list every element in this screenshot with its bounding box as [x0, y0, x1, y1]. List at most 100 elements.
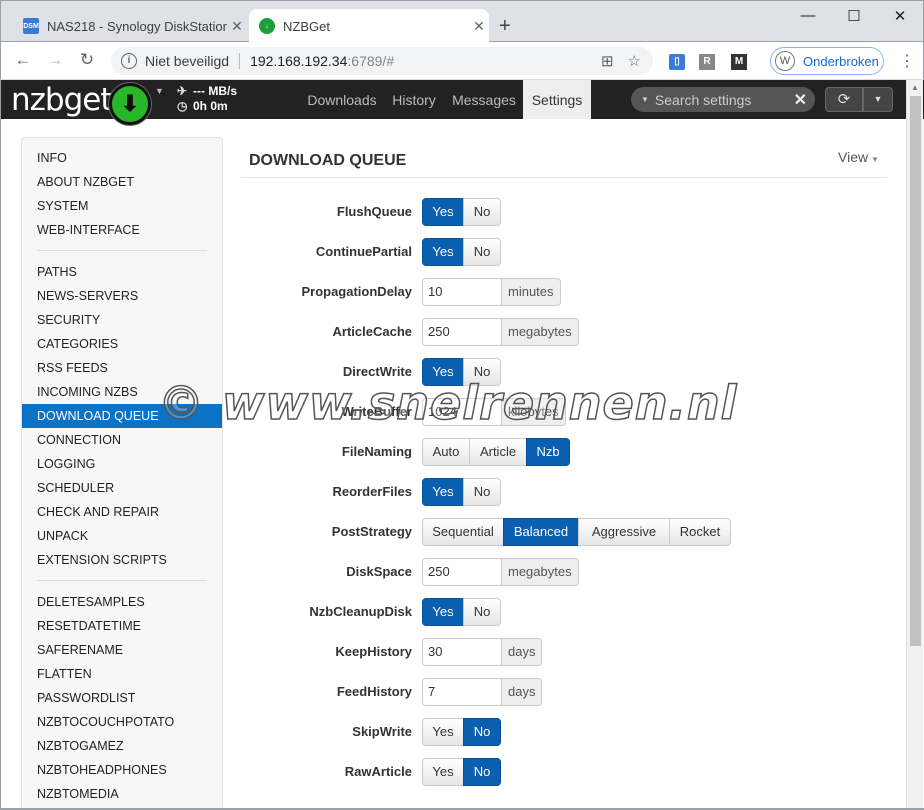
sidebar-item-check-and-repair[interactable]: CHECK AND REPAIR [22, 500, 222, 524]
page-scrollbar[interactable]: ▲ [906, 80, 923, 809]
close-tab-icon[interactable]: ✕ [469, 18, 489, 35]
menu-messages[interactable]: Messages [447, 80, 521, 119]
rawarticle-option-no[interactable]: No [463, 758, 501, 786]
url-host: 192.168.192.34 [250, 53, 348, 69]
sidebar-item-scheduler[interactable]: SCHEDULER [22, 476, 222, 500]
forward-icon[interactable]: → [43, 50, 67, 70]
close-tab-icon[interactable]: ✕ [227, 18, 247, 35]
reorderfiles-option-yes[interactable]: Yes [422, 478, 464, 506]
browser-tab-strip: DSM NAS218 - Synology DiskStation ✕ ↓ NZ… [0, 0, 924, 43]
feedhistory-unit: days [502, 678, 543, 706]
directwrite-option-yes[interactable]: Yes [422, 358, 464, 386]
flushqueue-option-no[interactable]: No [463, 198, 501, 226]
poststrategy-option-aggressive[interactable]: Aggressive [578, 518, 670, 546]
poststrategy-option-balanced[interactable]: Balanced [503, 518, 579, 546]
browser-tab-nzbget[interactable]: ↓ NZBGet ✕ [249, 9, 489, 43]
new-tab-icon[interactable]: + [499, 15, 511, 38]
writebuffer-input[interactable]: 1024 [422, 398, 502, 426]
filenaming-option-article[interactable]: Article [469, 438, 527, 466]
articlecache-input[interactable]: 250 [422, 318, 502, 346]
sidebar-item-nzbtocouchpotato[interactable]: NZBTOCOUCHPOTATO [22, 710, 222, 734]
minimize-icon[interactable]: — [785, 7, 831, 24]
diskspace-input[interactable]: 250 [422, 558, 502, 586]
articlecache-unit: megabytes [502, 318, 579, 346]
skipwrite-option-no[interactable]: No [463, 718, 501, 746]
reorderfiles-option-no[interactable]: No [463, 478, 501, 506]
refresh-menu-button[interactable]: ▼ [863, 87, 893, 112]
address-bar[interactable]: i Niet beveiligd 192.168.192.34 :6789/# … [111, 47, 653, 75]
keephistory-input[interactable]: 30 [422, 638, 502, 666]
sidebar-item-nzbtomedia[interactable]: NZBTOMEDIA [22, 782, 222, 806]
continuepartial-option-no[interactable]: No [463, 238, 501, 266]
info-icon[interactable]: i [121, 53, 137, 69]
poststrategy-option-rocket[interactable]: Rocket [669, 518, 731, 546]
refresh-icon: ⟳ [837, 91, 851, 108]
extension-r-icon[interactable]: R [699, 54, 715, 70]
menu-downloads[interactable]: Downloads [301, 80, 383, 119]
browser-tab-nas[interactable]: DSM NAS218 - Synology DiskStation ✕ [13, 9, 247, 43]
feedhistory-input[interactable]: 7 [422, 678, 502, 706]
sidebar-item-passwordlist[interactable]: PASSWORDLIST [22, 686, 222, 710]
poststrategy-option-sequential[interactable]: Sequential [422, 518, 504, 546]
bookmark-star-icon[interactable]: ☆ [628, 52, 641, 70]
sidebar-item-unpack[interactable]: UNPACK [22, 524, 222, 548]
sidebar-item-rss-feeds[interactable]: RSS FEEDS [22, 356, 222, 380]
writebuffer-unit: kilobytes [502, 398, 566, 426]
sidebar-item-system[interactable]: SYSTEM [22, 194, 222, 218]
sidebar-item-info[interactable]: INFO [22, 146, 222, 170]
sidebar-item-connection[interactable]: CONNECTION [22, 428, 222, 452]
window-border [0, 80, 1, 810]
sidebar-item-logging[interactable]: LOGGING [22, 452, 222, 476]
directwrite-option-no[interactable]: No [463, 358, 501, 386]
refresh-button[interactable]: ⟳ [825, 87, 863, 112]
sidebar-item-download-queue[interactable]: DOWNLOAD QUEUE [22, 404, 222, 428]
sidebar-item-incoming-nzbs[interactable]: INCOMING NZBS [22, 380, 222, 404]
remaining-time: 0h 0m [193, 99, 228, 113]
sidebar-item-deletesamples[interactable]: DELETESAMPLES [22, 590, 222, 614]
scrollbar-thumb[interactable] [910, 96, 921, 646]
diskspace-unit: megabytes [502, 558, 579, 586]
sidebar-item-extension-scripts[interactable]: EXTENSION SCRIPTS [22, 548, 222, 572]
filenaming-option-nzb[interactable]: Nzb [526, 438, 570, 466]
menu-history[interactable]: History [385, 80, 443, 119]
nzbcleanupdisk-option-yes[interactable]: Yes [422, 598, 464, 626]
sidebar-item-web-interface[interactable]: WEB-INTERFACE [22, 218, 222, 242]
back-icon[interactable]: ← [11, 50, 35, 70]
window-close-icon[interactable]: ✕ [877, 7, 923, 25]
flushqueue-option-yes[interactable]: Yes [422, 198, 464, 226]
sidebar-item-nzbtoheadphones[interactable]: NZBTOHEADPHONES [22, 758, 222, 782]
skipwrite-option-yes[interactable]: Yes [422, 718, 464, 746]
extension-icon[interactable]: ▯ [669, 54, 685, 70]
sidebar-item-saferename[interactable]: SAFERENAME [22, 638, 222, 662]
nzbcleanupdisk-label: NzbCleanupDisk [309, 604, 412, 619]
profile-button[interactable]: W Onderbroken [770, 47, 884, 75]
flushqueue-toggle: Yes No [422, 198, 501, 226]
status-info[interactable]: ✈ --- MB/s ◷ 0h 0m [177, 84, 237, 114]
sidebar-item-news-servers[interactable]: NEWS-SERVERS [22, 284, 222, 308]
clear-search-icon[interactable]: ✕ [794, 90, 807, 110]
sidebar-item-paths[interactable]: PATHS [22, 260, 222, 284]
rawarticle-option-yes[interactable]: Yes [422, 758, 464, 786]
sidebar-item-flatten[interactable]: FLATTEN [22, 662, 222, 686]
extension-m-icon[interactable]: M [731, 54, 747, 70]
sidebar-item-nzbtogamez[interactable]: NZBTOGAMEZ [22, 734, 222, 758]
filenaming-option-auto[interactable]: Auto [422, 438, 470, 466]
reload-icon[interactable]: ↻ [75, 50, 99, 70]
continuepartial-option-yes[interactable]: Yes [422, 238, 464, 266]
sidebar-item-categories[interactable]: CATEGORIES [22, 332, 222, 356]
view-dropdown[interactable]: View ▼ [838, 149, 879, 165]
search-settings-input[interactable]: ▼ Search settings ✕ [631, 87, 815, 112]
nzbcleanupdisk-option-no[interactable]: No [463, 598, 501, 626]
maximize-icon[interactable]: ☐ [831, 7, 877, 25]
propagationdelay-input[interactable]: 10 [422, 278, 502, 306]
pause-download-button[interactable]: ⬇ [109, 83, 151, 125]
browser-menu-icon[interactable]: ⋮ [899, 51, 915, 71]
dsm-favicon-icon: DSM [23, 18, 39, 34]
sidebar-item-about-nzbget[interactable]: ABOUT NZBGET [22, 170, 222, 194]
menu-settings[interactable]: Settings [523, 80, 591, 119]
scroll-up-icon[interactable]: ▲ [911, 83, 919, 92]
translate-icon[interactable]: ⊞ [601, 52, 614, 70]
caret-down-icon[interactable]: ▼ [155, 86, 164, 96]
sidebar-item-security[interactable]: SECURITY [22, 308, 222, 332]
sidebar-item-resetdatetime[interactable]: RESETDATETIME [22, 614, 222, 638]
